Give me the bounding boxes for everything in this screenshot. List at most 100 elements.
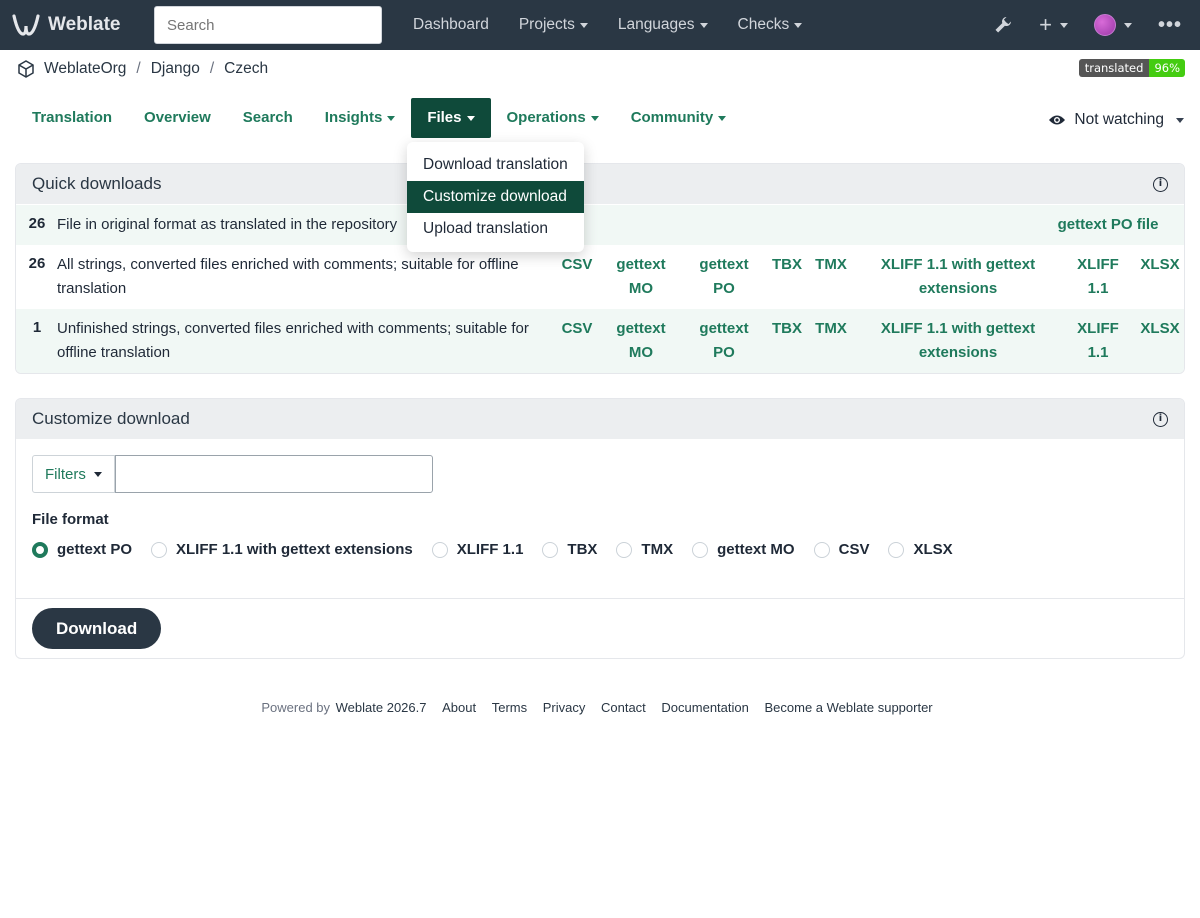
- download-link[interactable]: gettext MO: [612, 253, 670, 301]
- tab-files[interactable]: Files: [411, 98, 491, 138]
- radio-button[interactable]: [616, 541, 633, 558]
- radio-csv[interactable]: CSV: [813, 541, 869, 558]
- radio-gettext-po[interactable]: gettext PO: [32, 541, 132, 558]
- menu-item-download-translation[interactable]: Download translation: [407, 149, 584, 181]
- radio-button[interactable]: [542, 541, 559, 558]
- footer-link-about[interactable]: About: [442, 700, 476, 715]
- download-link[interactable]: TBX: [770, 317, 804, 341]
- panel-header: Quick downloads i: [16, 164, 1184, 204]
- radio-label: TBX: [567, 541, 598, 558]
- nav-label: Languages: [617, 16, 695, 33]
- tab-label: Search: [242, 109, 293, 126]
- radio-button[interactable]: [151, 541, 168, 558]
- radio-tbx[interactable]: TBX: [542, 541, 597, 558]
- chevron-down-icon: [590, 115, 599, 121]
- badge-value: 96%: [1149, 59, 1185, 77]
- radio-button[interactable]: [692, 541, 709, 558]
- download-link[interactable]: XLSX: [1138, 317, 1182, 341]
- download-link[interactable]: XLIFF 1.1: [1072, 253, 1124, 301]
- chevron-down-icon: [1123, 22, 1132, 28]
- files-dropdown-menu: Download translation Customize download …: [407, 142, 584, 252]
- download-link[interactable]: XLIFF 1.1 with gettext extensions: [878, 317, 1038, 365]
- download-button[interactable]: Download: [32, 608, 162, 649]
- tab-label: Files: [427, 109, 462, 126]
- user-menu[interactable]: [1093, 14, 1132, 36]
- top-navbar: Weblate Dashboard Projects Languages Che…: [0, 0, 1200, 50]
- string-count: 26: [28, 215, 46, 232]
- download-link[interactable]: gettext PO: [696, 253, 752, 301]
- tab-overview[interactable]: Overview: [128, 98, 227, 138]
- panel-header: Customize download i: [16, 399, 1184, 439]
- footer-link-supporter[interactable]: Become a Weblate supporter: [765, 700, 933, 715]
- string-count: 1: [32, 319, 42, 336]
- download-link[interactable]: gettext PO: [696, 317, 752, 365]
- watch-label: Not watching: [1074, 111, 1164, 128]
- nav-dashboard[interactable]: Dashboard: [398, 0, 504, 50]
- tab-operations[interactable]: Operations: [491, 98, 615, 138]
- footer-link-contact[interactable]: Contact: [601, 700, 646, 715]
- download-link[interactable]: TMX: [813, 317, 849, 341]
- nav-projects[interactable]: Projects: [504, 0, 603, 50]
- search-input[interactable]: [154, 6, 382, 44]
- translated-badge[interactable]: translated 96%: [1078, 59, 1185, 77]
- footer-link-documentation[interactable]: Documentation: [661, 700, 748, 715]
- radio-tmx[interactable]: TMX: [616, 541, 673, 558]
- radio-xliff-gettext[interactable]: XLIFF 1.1 with gettext extensions: [151, 541, 413, 558]
- radio-gettext-mo[interactable]: gettext MO: [692, 541, 795, 558]
- tab-insights[interactable]: Insights: [309, 98, 412, 138]
- info-icon[interactable]: i: [1153, 177, 1168, 192]
- chevron-down-icon: [718, 115, 727, 121]
- filters-button[interactable]: Filters: [32, 455, 115, 493]
- add-menu[interactable]: +: [1039, 14, 1068, 36]
- radio-button[interactable]: [431, 541, 448, 558]
- download-link[interactable]: XLSX: [1138, 253, 1182, 277]
- download-link[interactable]: gettext PO file: [1056, 213, 1160, 237]
- download-link[interactable]: gettext MO: [612, 317, 670, 365]
- organization-icon: [18, 60, 34, 78]
- brand-name: Weblate: [48, 14, 121, 35]
- footer-version-link[interactable]: Weblate 2026.7: [336, 700, 427, 715]
- radio-button[interactable]: [813, 541, 830, 558]
- more-icon[interactable]: •••: [1158, 14, 1182, 37]
- tab-search[interactable]: Search: [227, 98, 309, 138]
- breadcrumb-language[interactable]: Czech: [224, 60, 268, 78]
- tab-label: Community: [630, 109, 714, 126]
- radio-xlsx[interactable]: XLSX: [888, 541, 953, 558]
- radio-xliff[interactable]: XLIFF 1.1: [431, 541, 523, 558]
- tab-label: Translation: [32, 109, 113, 126]
- chevron-down-icon: [93, 471, 102, 477]
- radio-button[interactable]: [32, 541, 48, 558]
- radio-label: TMX: [641, 541, 674, 558]
- file-format-options: gettext PO XLIFF 1.1 with gettext extens…: [32, 541, 972, 558]
- wrench-icon[interactable]: [993, 15, 1013, 35]
- chevron-down-icon: [794, 22, 803, 28]
- download-link[interactable]: TMX: [813, 253, 849, 277]
- nav-languages[interactable]: Languages: [603, 0, 723, 50]
- nav-checks[interactable]: Checks: [723, 0, 818, 50]
- breadcrumb-organization[interactable]: WeblateOrg: [44, 60, 126, 78]
- info-icon[interactable]: i: [1153, 412, 1168, 427]
- nav-label: Checks: [737, 16, 790, 33]
- download-link[interactable]: XLIFF 1.1: [1072, 317, 1124, 365]
- footer-link-terms[interactable]: Terms: [492, 700, 527, 715]
- radio-label: XLSX: [913, 541, 953, 558]
- query-input[interactable]: [114, 455, 433, 493]
- download-link[interactable]: CSV: [560, 253, 594, 277]
- download-link[interactable]: XLIFF 1.1 with gettext extensions: [878, 253, 1038, 301]
- radio-button[interactable]: [888, 541, 905, 558]
- download-link[interactable]: CSV: [560, 317, 594, 341]
- brand-logo[interactable]: Weblate: [12, 12, 142, 38]
- breadcrumb-project[interactable]: Django: [151, 60, 200, 78]
- radio-label: gettext MO: [717, 541, 795, 558]
- footer-link-privacy[interactable]: Privacy: [543, 700, 586, 715]
- watch-dropdown[interactable]: Not watching: [1048, 98, 1184, 142]
- row-description: All strings, converted files enriched wi…: [57, 256, 519, 297]
- menu-item-customize-download[interactable]: Customize download: [407, 181, 584, 213]
- breadcrumb-separator: /: [209, 60, 215, 77]
- plus-icon: +: [1039, 12, 1052, 37]
- filters-label: Filters: [45, 465, 86, 483]
- tab-translation[interactable]: Translation: [16, 98, 128, 138]
- menu-item-upload-translation[interactable]: Upload translation: [407, 213, 584, 245]
- download-link[interactable]: TBX: [770, 253, 804, 277]
- tab-community[interactable]: Community: [615, 98, 743, 138]
